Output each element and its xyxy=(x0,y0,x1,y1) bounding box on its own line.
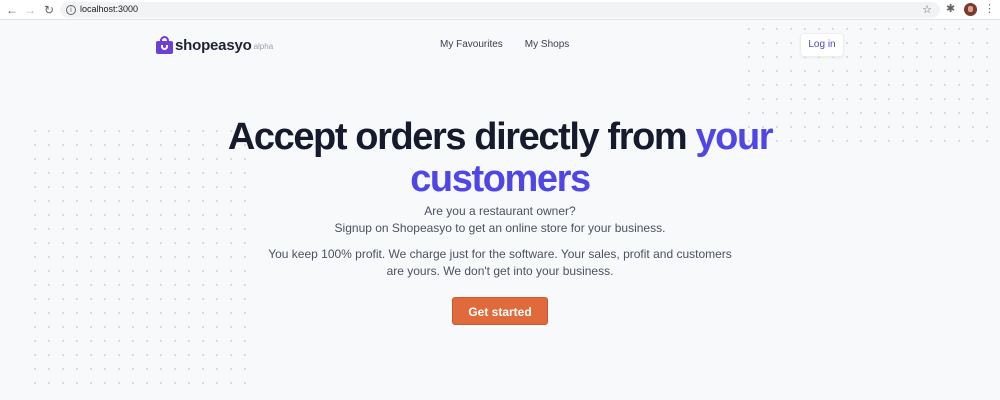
browser-toolbar: ← → ↻ i localhost:3000 ☆ ✱ ⋮ xyxy=(0,0,1000,20)
brand-logo[interactable]: shopeasyo alpha xyxy=(156,34,273,56)
hero-question: Are you a restaurant owner? xyxy=(424,204,576,218)
hero-title: Accept orders directly from your customer… xyxy=(0,116,1000,200)
hero-title-accent: customers xyxy=(410,158,591,200)
hero-profit-line: are yours. We don't get into your busine… xyxy=(386,264,614,278)
hero-subtitle: Are you a restaurant owner? Signup on Sh… xyxy=(0,203,1000,237)
nav-my-favourites[interactable]: My Favourites xyxy=(440,39,503,50)
browser-menu-icon[interactable]: ⋮ xyxy=(984,2,995,15)
hero-title-text: Accept orders directly from xyxy=(227,116,696,158)
profile-avatar[interactable] xyxy=(964,3,977,16)
shopping-bag-icon xyxy=(156,36,173,54)
hero-signup-line: Signup on Shopeasyo to get an online sto… xyxy=(334,221,666,235)
url-text[interactable]: localhost:3000 xyxy=(80,4,138,14)
get-started-button[interactable]: Get started xyxy=(452,297,548,325)
hero-title-accent: your xyxy=(695,116,773,158)
logo-text: shopeasyo xyxy=(175,36,252,54)
reload-icon[interactable]: ↻ xyxy=(41,2,57,18)
hero-profit-line: You keep 100% profit. We charge just for… xyxy=(268,247,732,261)
hero-description: You keep 100% profit. We charge just for… xyxy=(0,246,1000,280)
top-nav: My Favourites My Shops xyxy=(440,39,569,50)
back-icon[interactable]: ← xyxy=(4,2,20,18)
logo-alpha-tag: alpha xyxy=(253,42,274,51)
bookmark-star-icon[interactable]: ☆ xyxy=(922,3,932,16)
forward-icon[interactable]: → xyxy=(22,2,38,18)
site-info-icon[interactable]: i xyxy=(66,5,76,15)
nav-my-shops[interactable]: My Shops xyxy=(525,39,569,50)
address-bar[interactable]: i localhost:3000 ☆ xyxy=(60,2,940,18)
extensions-icon[interactable]: ✱ xyxy=(946,2,958,16)
login-button[interactable]: Log in xyxy=(800,33,844,57)
